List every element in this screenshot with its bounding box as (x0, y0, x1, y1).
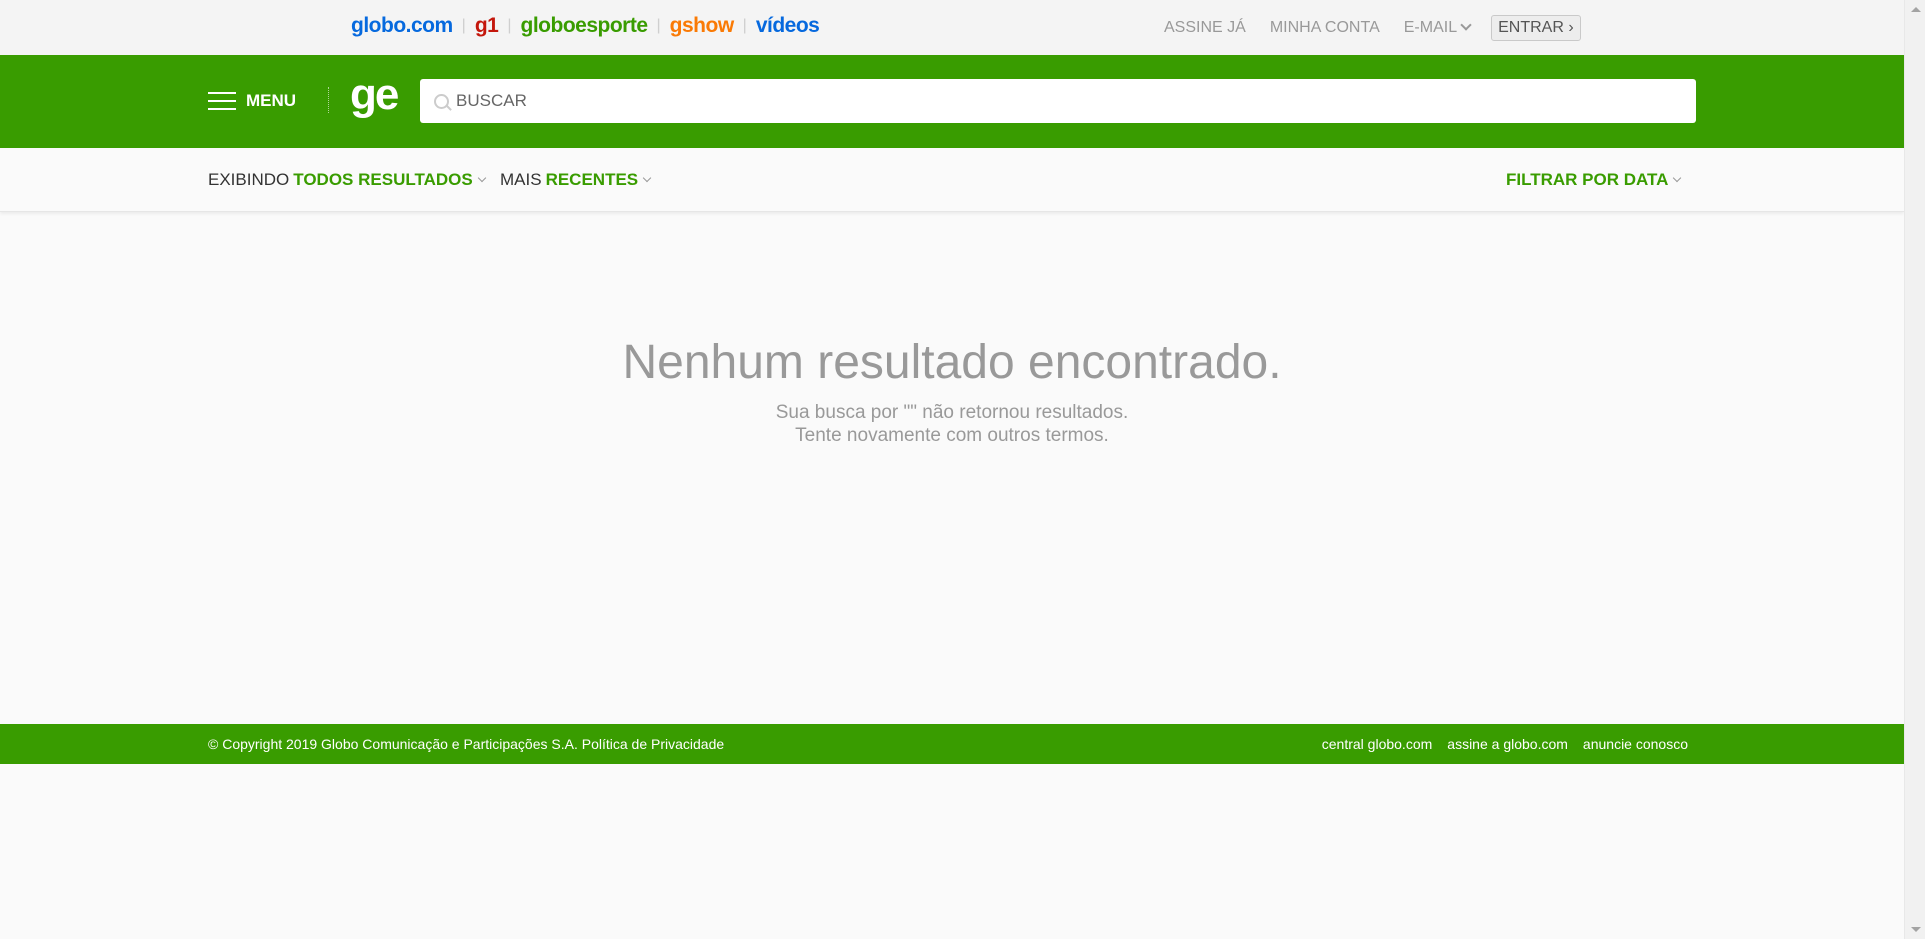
login-button[interactable]: ENTRAR › (1491, 15, 1581, 41)
brand-separator: | (461, 17, 466, 34)
page: globo.com | g1 | globoesporte | gshow | … (0, 0, 1904, 939)
brand-g1-link[interactable]: g1 (475, 14, 499, 38)
footer-links: central globo.com assine a globo.com anu… (1307, 736, 1688, 752)
result-type-filter[interactable]: EXIBINDO TODOS RESULTADOS (208, 170, 486, 190)
brand-separator: | (507, 17, 512, 34)
ge-logo[interactable]: ge (350, 73, 399, 117)
chevron-down-icon (642, 173, 652, 183)
brand-globoesporte-link[interactable]: globoesporte (521, 14, 649, 38)
site-footer: © Copyright 2019 Globo Comunicação e Par… (0, 724, 1904, 764)
date-filter-label: FILTRAR POR DATA (1506, 170, 1669, 189)
scroll-down-arrow-icon[interactable] (1911, 927, 1921, 932)
vertical-scrollbar[interactable] (1904, 0, 1925, 939)
search-input[interactable] (456, 79, 1676, 123)
header-divider (328, 87, 329, 113)
no-results-message: Nenhum resultado encontrado. Sua busca p… (0, 335, 1904, 447)
chevron-down-icon (1673, 173, 1682, 183)
menu-label: MENU (246, 91, 297, 110)
copyright-text: © Copyright 2019 Globo Comunicação e Par… (208, 736, 725, 752)
date-filter[interactable]: FILTRAR POR DATA (1506, 170, 1682, 190)
menu-button[interactable]: MENU (208, 91, 296, 111)
brand-separator: | (742, 17, 747, 34)
no-results-title: Nenhum resultado encontrado. (622, 336, 1282, 389)
filter-bar: EXIBINDO TODOS RESULTADOS MAIS RECENTES … (0, 148, 1904, 212)
subscribe-link[interactable]: ASSINE JÁ (1164, 19, 1246, 37)
site-header: MENU ge (0, 55, 1904, 148)
search-icon (434, 94, 449, 109)
sort-order-prefix: MAIS (500, 170, 542, 189)
account-links: ASSINE JÁ MINHA CONTA E-MAIL ENTRAR › (1164, 15, 1581, 41)
result-type-value: TODOS RESULTADOS (293, 170, 473, 189)
email-dropdown[interactable]: E-MAIL (1403, 19, 1472, 37)
brand-links: globo.com | g1 | globoesporte | gshow | … (351, 14, 820, 38)
brand-gshow-link[interactable]: gshow (670, 14, 735, 38)
globo-top-bar: globo.com | g1 | globoesporte | gshow | … (0, 0, 1904, 56)
brand-videos-link[interactable]: vídeos (756, 14, 820, 38)
brand-separator: | (656, 17, 661, 34)
no-results-text: Sua busca por "" não retornou resultados… (0, 401, 1904, 447)
my-account-link[interactable]: MINHA CONTA (1270, 19, 1380, 37)
footer-link-anuncie[interactable]: anuncie conosco (1583, 736, 1688, 752)
scroll-up-arrow-icon[interactable] (1911, 7, 1921, 12)
email-label: E-MAIL (1403, 19, 1458, 36)
footer-link-central[interactable]: central globo.com (1322, 736, 1433, 752)
chevron-down-icon (477, 173, 486, 183)
no-results-line-2: Tente novamente com outros termos. (795, 425, 1109, 446)
result-type-prefix: EXIBINDO (208, 170, 290, 189)
sort-order-filter[interactable]: MAIS RECENTES (500, 170, 652, 190)
footer-link-assine[interactable]: assine a globo.com (1447, 736, 1568, 752)
chevron-down-icon (1460, 19, 1472, 31)
brand-globo-link[interactable]: globo.com (351, 14, 453, 38)
search-box (420, 79, 1696, 123)
hamburger-icon (208, 92, 236, 110)
sort-order-value: RECENTES (545, 170, 639, 189)
no-results-line-1: Sua busca por "" não retornou resultados… (775, 402, 1129, 423)
